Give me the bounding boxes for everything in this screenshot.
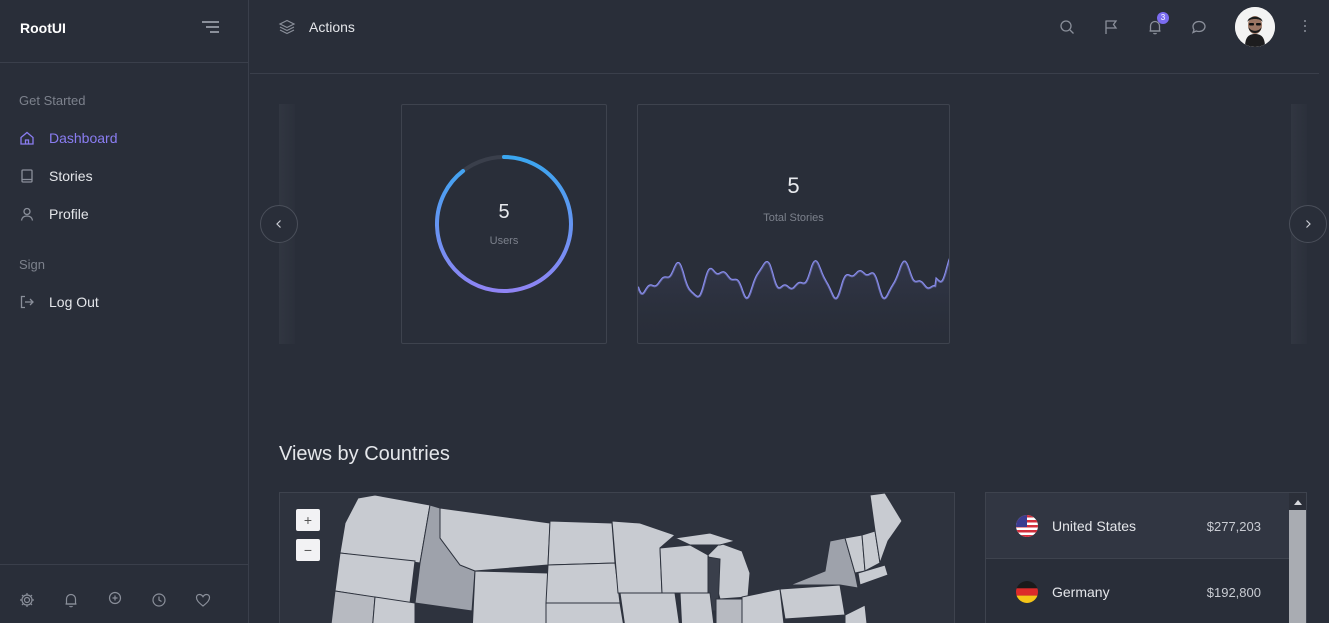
chevron-right-icon bbox=[1306, 220, 1311, 228]
clock-icon[interactable] bbox=[150, 591, 168, 609]
countries-list: United States $277,203 Germany $192,800 bbox=[985, 492, 1307, 623]
notification-badge: 3 bbox=[1157, 12, 1169, 24]
map-zoom-in-button[interactable]: + bbox=[296, 509, 320, 531]
de-flag-icon bbox=[1016, 581, 1038, 603]
sidebar-item-profile[interactable]: Profile bbox=[19, 203, 89, 225]
sidebar-item-dashboard[interactable]: Dashboard bbox=[19, 127, 118, 149]
actions-menu[interactable]: Actions bbox=[278, 18, 355, 36]
usa-map[interactable]: + − bbox=[279, 492, 955, 623]
bell-icon[interactable] bbox=[62, 591, 80, 609]
users-count: 5 bbox=[498, 201, 510, 223]
chevron-left-icon bbox=[276, 220, 281, 228]
chat-icon[interactable] bbox=[1190, 18, 1208, 36]
carousel-prev-button[interactable] bbox=[260, 205, 298, 243]
users-stat-card: 5 Users bbox=[401, 104, 607, 344]
menu-toggle-icon[interactable] bbox=[202, 21, 219, 33]
carousel-next-button[interactable] bbox=[1289, 205, 1327, 243]
heart-icon[interactable] bbox=[194, 591, 212, 609]
sidebar-item-label: Stories bbox=[49, 168, 93, 184]
sidebar-item-stories[interactable]: Stories bbox=[19, 165, 93, 187]
user-icon bbox=[19, 206, 35, 222]
country-row-united-states[interactable]: United States $277,203 bbox=[986, 493, 1291, 559]
layers-icon bbox=[278, 18, 296, 36]
country-value: $192,800 bbox=[1206, 584, 1261, 600]
section-label-get-started: Get Started bbox=[19, 93, 86, 108]
stories-sparkline bbox=[638, 258, 949, 343]
stories-label: Total Stories bbox=[763, 212, 824, 224]
country-name: Germany bbox=[1052, 584, 1110, 600]
users-label: Users bbox=[489, 235, 519, 247]
stories-stat-card: 5 Total Stories bbox=[637, 104, 950, 344]
brand-logo[interactable]: RootUI bbox=[20, 20, 66, 36]
sidebar-item-label: Profile bbox=[49, 206, 89, 222]
map-shapes bbox=[330, 493, 903, 623]
views-by-countries-title: Views by Countries bbox=[279, 443, 450, 465]
search-icon[interactable] bbox=[1058, 18, 1076, 36]
sidebar-bottom-divider bbox=[0, 564, 249, 565]
country-value: $277,203 bbox=[1206, 518, 1261, 534]
sidebar-divider bbox=[0, 62, 249, 63]
header-divider bbox=[250, 73, 1319, 74]
section-label-sign: Sign bbox=[19, 257, 46, 272]
sidebar-item-logout[interactable]: Log Out bbox=[19, 291, 99, 313]
flag-icon[interactable] bbox=[1102, 18, 1120, 36]
book-icon bbox=[19, 168, 35, 184]
plus-circle-icon[interactable] bbox=[106, 591, 124, 609]
top-bar: Actions 3 bbox=[250, 0, 1329, 62]
stories-count: 5 bbox=[787, 173, 800, 198]
scroll-thumb[interactable] bbox=[1289, 510, 1306, 623]
us-flag-icon bbox=[1016, 515, 1038, 537]
chevron-up-icon bbox=[1293, 499, 1302, 505]
user-avatar[interactable] bbox=[1235, 7, 1275, 47]
home-icon bbox=[19, 130, 35, 146]
sidebar-item-label: Log Out bbox=[49, 294, 99, 310]
settings-icon[interactable] bbox=[18, 591, 36, 609]
sidebar-bottom-toolbar bbox=[18, 591, 212, 609]
scroll-up-button[interactable] bbox=[1289, 493, 1306, 510]
sidebar: RootUI Get Started Dashboard Stories Pro… bbox=[0, 0, 249, 623]
logout-icon bbox=[19, 294, 35, 310]
country-name: United States bbox=[1052, 518, 1137, 534]
country-row-germany[interactable]: Germany $192,800 bbox=[986, 559, 1291, 623]
sidebar-item-label: Dashboard bbox=[49, 130, 118, 146]
users-progress-ring bbox=[434, 155, 573, 293]
more-options-icon[interactable] bbox=[1302, 20, 1308, 34]
map-zoom-out-button[interactable]: − bbox=[296, 539, 320, 561]
actions-label: Actions bbox=[309, 19, 355, 35]
